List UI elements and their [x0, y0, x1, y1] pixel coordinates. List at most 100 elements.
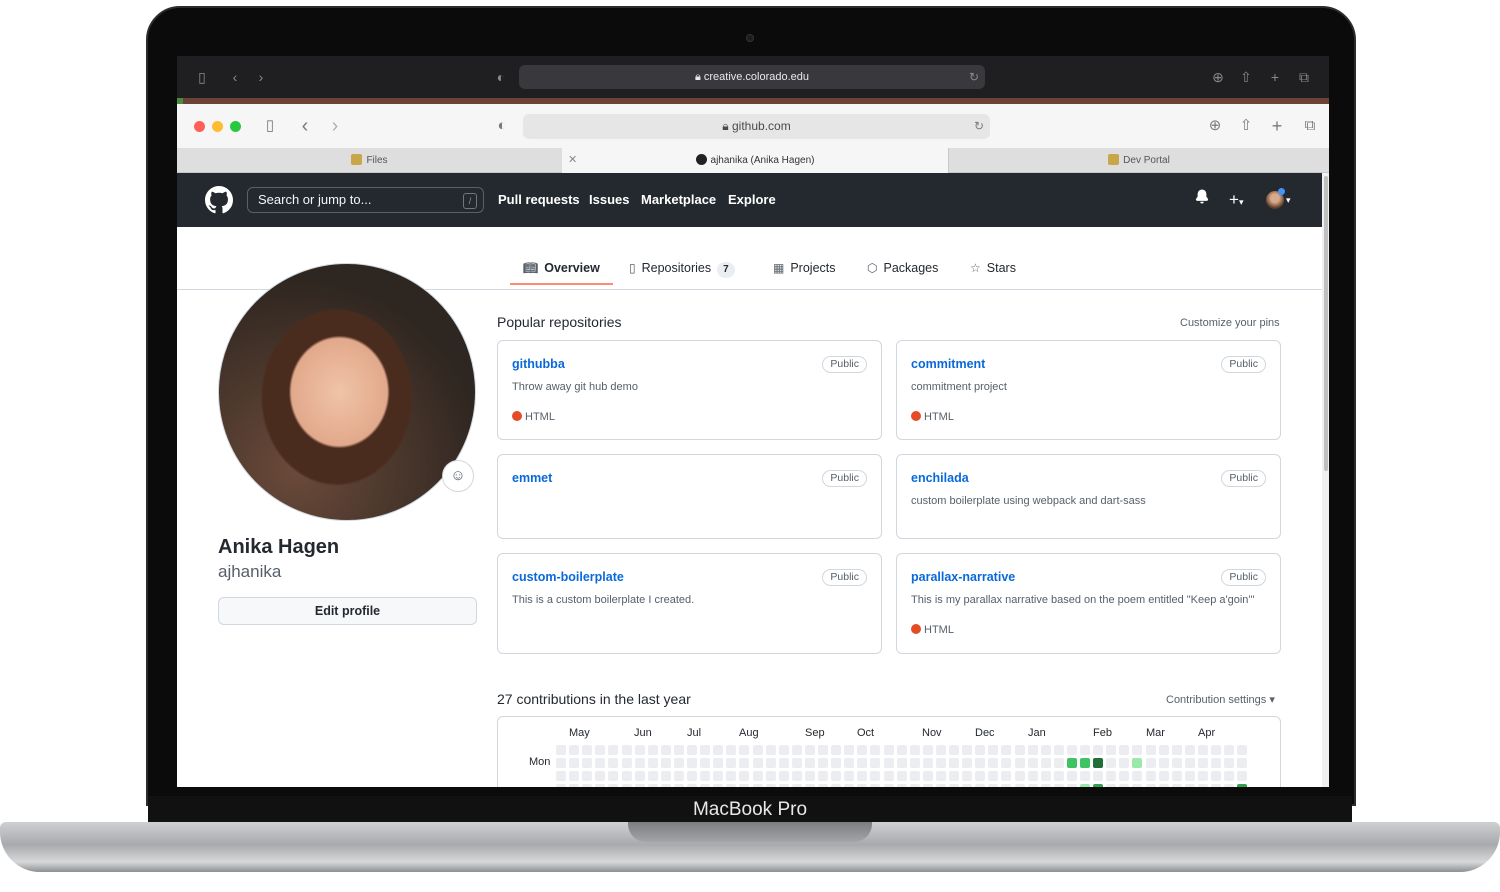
customize-pins-link[interactable]: Customize your pins: [1180, 317, 1280, 329]
contribution-day[interactable]: [962, 771, 973, 782]
contribution-day[interactable]: [660, 771, 671, 782]
contribution-day[interactable]: [1158, 771, 1169, 782]
tab-packages[interactable]: ⬡ Packages: [867, 251, 938, 285]
contribution-day[interactable]: [1080, 745, 1090, 755]
contribution-day[interactable]: [857, 745, 868, 755]
contribution-day[interactable]: [896, 784, 907, 787]
contribution-day[interactable]: [870, 758, 881, 769]
contribution-day[interactable]: [804, 758, 815, 769]
contribution-day[interactable]: [1093, 758, 1104, 769]
contribution-day[interactable]: [883, 745, 894, 755]
sidebar-icon[interactable]: ▯: [193, 68, 211, 86]
contribution-day[interactable]: [870, 784, 881, 787]
contribution-day[interactable]: [988, 784, 999, 787]
contribution-day[interactable]: [883, 758, 894, 769]
contribution-day[interactable]: [975, 784, 986, 787]
profile-avatar[interactable]: [218, 263, 476, 521]
contribution-day[interactable]: [634, 771, 645, 782]
github-logo-icon[interactable]: [205, 186, 233, 214]
contribution-day[interactable]: [1224, 758, 1235, 769]
contribution-day[interactable]: [975, 758, 986, 769]
contribution-day[interactable]: [857, 771, 868, 782]
contribution-day[interactable]: [608, 758, 619, 769]
contribution-day[interactable]: [765, 745, 776, 755]
contribution-day[interactable]: [739, 771, 750, 782]
contribution-day[interactable]: [791, 758, 802, 769]
forward-icon[interactable]: ›: [252, 68, 270, 86]
contribution-day[interactable]: [1197, 784, 1208, 787]
contribution-day[interactable]: [1145, 784, 1156, 787]
contribution-day[interactable]: [647, 745, 658, 755]
contribution-day[interactable]: [949, 758, 959, 769]
reload-icon[interactable]: ↻: [965, 68, 983, 86]
tab-overview-icon[interactable]: ⧉: [1295, 68, 1313, 86]
tab-stars[interactable]: ☆ Stars: [970, 251, 1016, 285]
contribution-day[interactable]: [818, 758, 828, 769]
contribution-day[interactable]: [726, 745, 737, 755]
contribution-day[interactable]: [1027, 758, 1038, 769]
contribution-day[interactable]: [765, 758, 776, 769]
contribution-day[interactable]: [896, 745, 907, 755]
shield-icon[interactable]: ◐: [493, 117, 511, 135]
contribution-day[interactable]: [569, 758, 580, 769]
contribution-day[interactable]: [791, 745, 802, 755]
contribution-day[interactable]: [1001, 745, 1012, 755]
contribution-day[interactable]: [713, 745, 724, 755]
contribution-day[interactable]: [778, 758, 789, 769]
contribution-day[interactable]: [975, 771, 986, 782]
tab-dev-portal[interactable]: Dev Portal: [948, 148, 1329, 173]
contribution-day[interactable]: [831, 771, 842, 782]
contribution-day[interactable]: [660, 745, 671, 755]
contribution-day[interactable]: [1145, 771, 1156, 782]
contribution-day[interactable]: [660, 784, 671, 787]
contribution-day[interactable]: [673, 758, 684, 769]
page-scrollbar-thumb[interactable]: [1324, 176, 1328, 471]
repo-link[interactable]: custom-boilerplate: [512, 570, 624, 584]
back-icon[interactable]: ‹: [296, 116, 314, 136]
contribution-day[interactable]: [595, 758, 606, 769]
contribution-day[interactable]: [634, 784, 645, 787]
tab-overview-icon[interactable]: ⧉: [1301, 117, 1319, 135]
contribution-day[interactable]: [595, 745, 606, 755]
contribution-day[interactable]: [1145, 745, 1156, 755]
contribution-day[interactable]: [595, 784, 606, 787]
contribution-day[interactable]: [700, 758, 711, 769]
contribution-day[interactable]: [1171, 784, 1182, 787]
contribution-day[interactable]: [634, 758, 645, 769]
contribution-day[interactable]: [831, 758, 842, 769]
forward-icon[interactable]: ›: [326, 116, 344, 136]
contribution-day[interactable]: [883, 784, 894, 787]
contribution-day[interactable]: [1106, 784, 1117, 787]
contribution-day[interactable]: [1093, 784, 1104, 787]
contribution-day[interactable]: [1158, 745, 1169, 755]
close-tab-icon[interactable]: ✕: [568, 148, 577, 173]
contribution-day[interactable]: [949, 784, 959, 787]
contribution-day[interactable]: [844, 758, 855, 769]
contribution-day[interactable]: [1014, 745, 1025, 755]
contribution-day[interactable]: [804, 784, 815, 787]
contribution-day[interactable]: [673, 784, 684, 787]
contribution-day[interactable]: [1040, 758, 1051, 769]
contribution-day[interactable]: [1066, 745, 1077, 755]
contribution-day[interactable]: [765, 784, 776, 787]
contribution-day[interactable]: [1106, 758, 1117, 769]
contribution-day[interactable]: [1211, 745, 1221, 755]
contribution-day[interactable]: [935, 745, 946, 755]
contribution-day[interactable]: [1066, 784, 1077, 787]
contribution-day[interactable]: [1027, 771, 1038, 782]
contribution-day[interactable]: [1053, 784, 1064, 787]
contribution-day[interactable]: [1224, 771, 1235, 782]
contribution-day[interactable]: [818, 771, 828, 782]
tab-github-profile[interactable]: ✕ ajhanika (Anika Hagen): [562, 148, 948, 173]
contribution-settings-dropdown[interactable]: Contribution settings ▾: [1166, 693, 1275, 706]
contribution-day[interactable]: [1119, 758, 1130, 769]
contribution-day[interactable]: [1158, 784, 1169, 787]
contribution-day[interactable]: [831, 745, 842, 755]
contribution-day[interactable]: [1132, 771, 1143, 782]
repo-link[interactable]: commitment: [911, 357, 985, 371]
nav-marketplace[interactable]: Marketplace: [641, 187, 716, 213]
contribution-day[interactable]: [1106, 745, 1117, 755]
contribution-day[interactable]: [752, 758, 763, 769]
contribution-day[interactable]: [1040, 745, 1051, 755]
contribution-day[interactable]: [687, 745, 697, 755]
